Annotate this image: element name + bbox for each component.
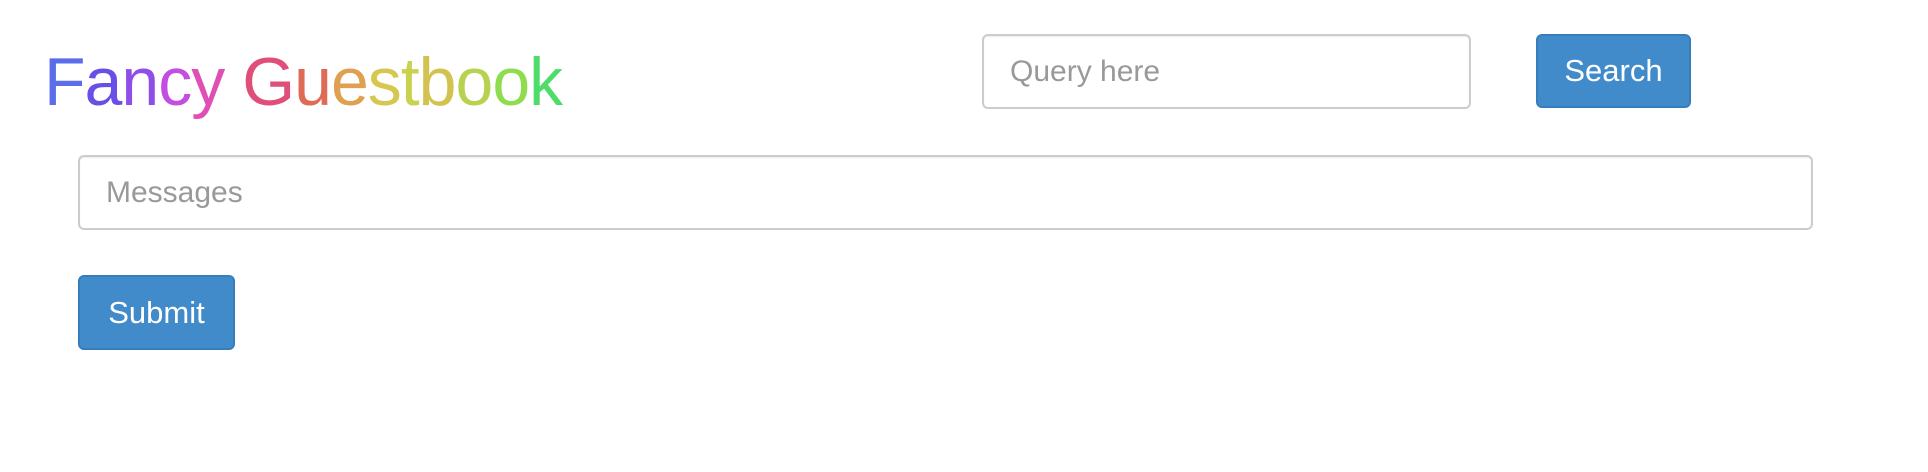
submit-button[interactable]: Submit	[78, 275, 235, 350]
title-letter: u	[294, 44, 332, 120]
title-letter: e	[330, 44, 369, 120]
title-letter: k	[529, 44, 563, 120]
title-letter: a	[84, 44, 123, 120]
messages-input[interactable]	[78, 155, 1813, 230]
title-space	[224, 42, 242, 122]
search-input[interactable]	[982, 34, 1471, 109]
title-letter: y	[191, 44, 225, 120]
page-title: Fancy Guestbook	[44, 42, 563, 122]
title-letter: s	[367, 44, 402, 120]
title-letter: b	[418, 44, 457, 120]
title-letter: o	[492, 44, 530, 120]
title-letter: c	[158, 44, 192, 120]
search-button[interactable]: Search	[1536, 34, 1691, 108]
title-letter: t	[400, 44, 420, 120]
title-letter: G	[242, 44, 295, 120]
title-letter: F	[44, 44, 86, 120]
title-letter: n	[121, 44, 159, 120]
guestbook-page: Fancy Guestbook Search Submit	[0, 0, 1928, 472]
title-letter: o	[455, 44, 494, 120]
